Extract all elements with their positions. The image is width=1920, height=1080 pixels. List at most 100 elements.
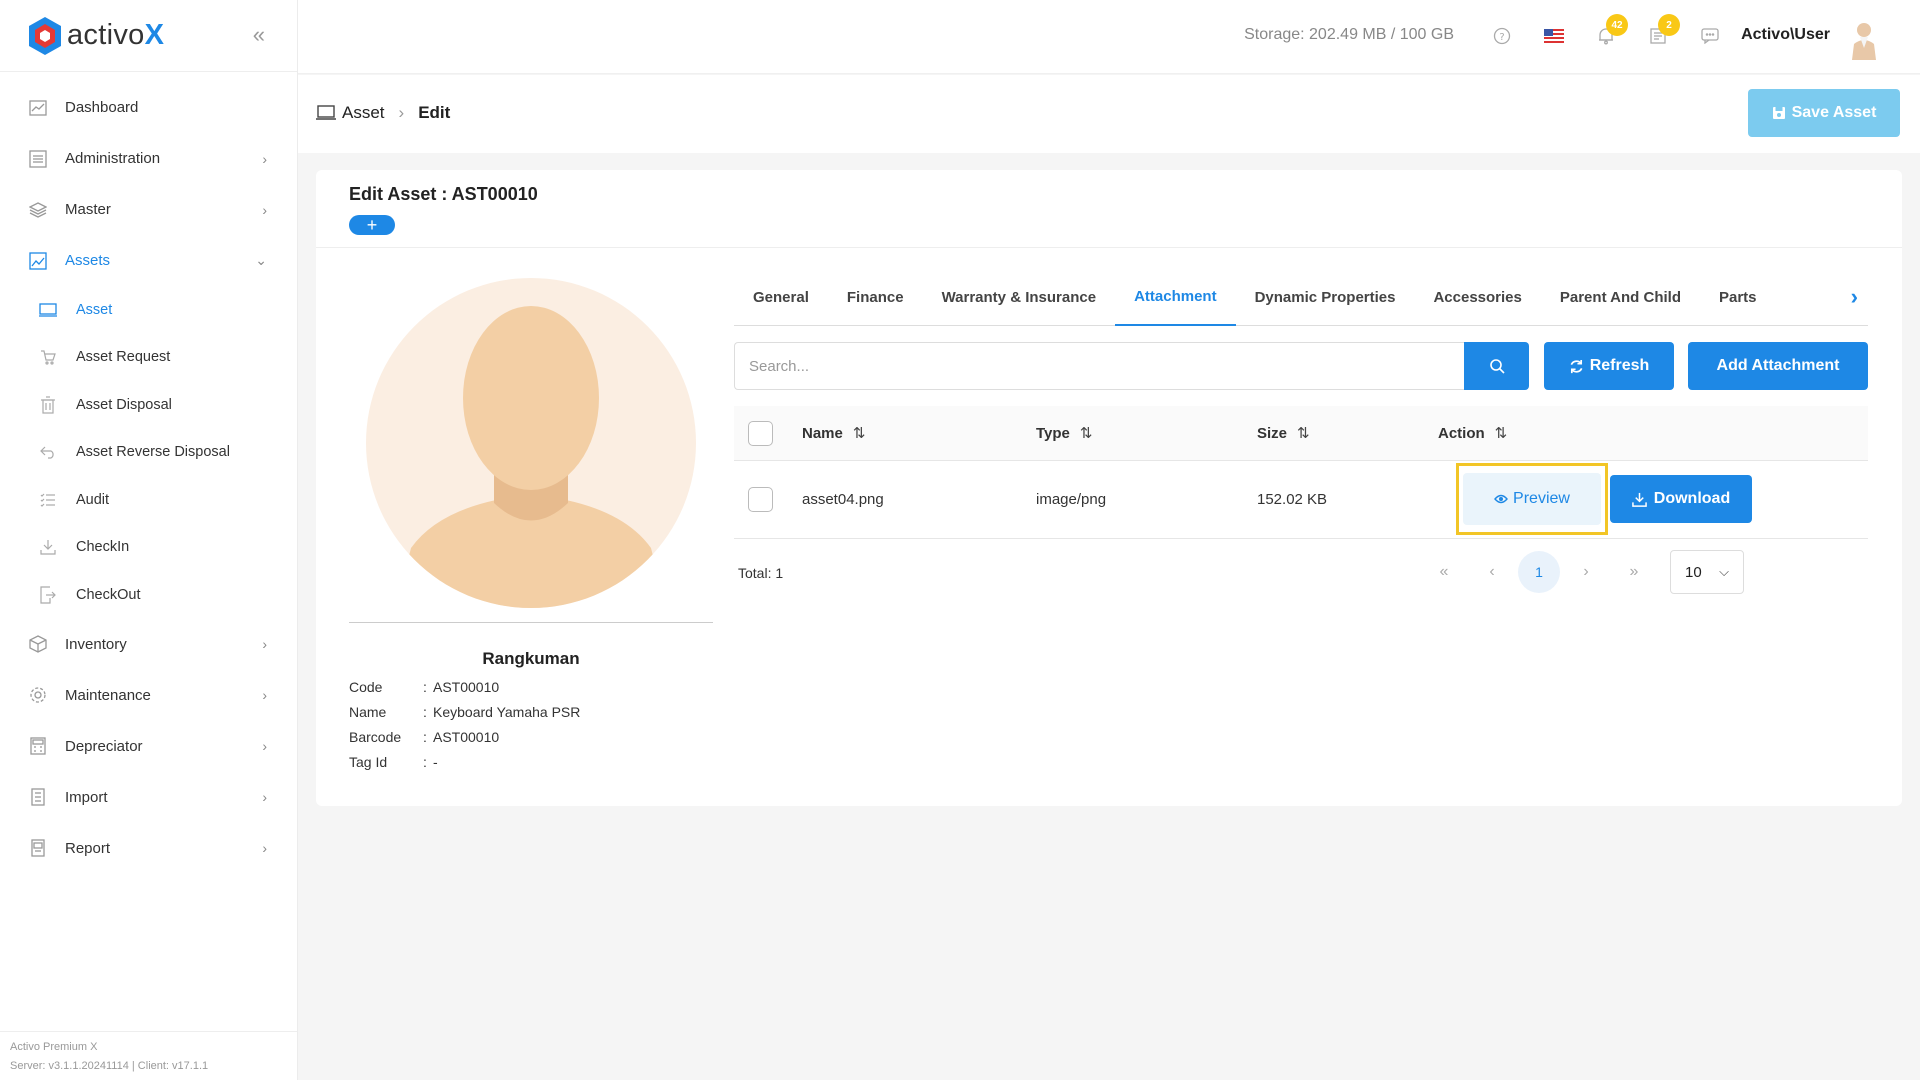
- chevron-right-icon: ›: [262, 840, 267, 856]
- tasks-icon[interactable]: 2: [1646, 14, 1680, 48]
- sidebar-item-label: Import: [65, 788, 108, 806]
- sidebar-item-label: Depreciator: [65, 737, 143, 755]
- import-icon: [27, 786, 49, 808]
- refresh-button[interactable]: Refresh: [1544, 342, 1674, 390]
- tab-accessories[interactable]: Accessories: [1414, 270, 1540, 326]
- help-icon[interactable]: ?: [1490, 24, 1514, 48]
- language-flag-icon[interactable]: [1542, 24, 1566, 48]
- page-size-select[interactable]: 10 ⌵: [1670, 550, 1744, 594]
- breadcrumb-root[interactable]: Asset: [342, 103, 385, 123]
- asset-tabs: General Finance Warranty & Insurance Att…: [734, 270, 1868, 326]
- sidebar-subitem-label: Audit: [76, 491, 110, 508]
- sidebar-item-label: Inventory: [65, 635, 127, 653]
- sidebar-subitem-checkout[interactable]: CheckOut: [0, 571, 297, 619]
- sidebar-item-dashboard[interactable]: Dashboard: [0, 82, 297, 133]
- sidebar-subitem-checkin[interactable]: CheckIn: [0, 524, 297, 572]
- eye-icon: [1494, 494, 1508, 504]
- profile-name: Rangkuman: [482, 649, 580, 668]
- sidebar-item-master[interactable]: Master ›: [0, 184, 297, 235]
- add-button[interactable]: +: [349, 215, 395, 235]
- tab-parts[interactable]: Parts: [1700, 270, 1776, 326]
- column-header-name[interactable]: Name ⇅: [802, 424, 865, 442]
- product-name: Activo Premium X: [10, 1041, 98, 1053]
- sidebar-subitem-label: Asset Request: [76, 349, 171, 366]
- info-value: AST00010: [433, 679, 500, 695]
- select-all-checkbox[interactable]: [748, 420, 773, 446]
- tab-warranty-insurance[interactable]: Warranty & Insurance: [923, 270, 1116, 326]
- notifications-badge: 42: [1606, 14, 1628, 36]
- admin-icon: [27, 148, 49, 170]
- top-header: Storage: 202.49 MB / 100 GB ? 42 2 Activ…: [298, 0, 1920, 74]
- chevron-down-icon: ⌵: [1719, 564, 1729, 579]
- username[interactable]: Activo\User: [1741, 26, 1830, 44]
- sidebar-item-inventory[interactable]: Inventory ›: [0, 619, 297, 670]
- sort-icon: ⇅: [852, 425, 866, 442]
- sidebar-subitem-label: CheckOut: [76, 586, 141, 603]
- sidebar-subitem-asset-request[interactable]: Asset Request: [0, 334, 297, 382]
- collapse-sidebar-icon[interactable]: «: [253, 22, 265, 48]
- profile-divider: [349, 622, 713, 623]
- cell-name: asset04.png: [802, 491, 884, 508]
- sidebar: activoX « Dashboard Administration › Mas…: [0, 0, 298, 1080]
- sidebar-subitem-asset-reverse-disposal[interactable]: Asset Reverse Disposal: [0, 429, 297, 477]
- last-page-icon[interactable]: »: [1612, 552, 1656, 592]
- row-checkbox[interactable]: [748, 487, 773, 512]
- tab-dynamic-properties[interactable]: Dynamic Properties: [1236, 270, 1415, 326]
- attachment-table: Name ⇅ Type ⇅ Size ⇅ Action ⇅ asset04.png im…: [734, 406, 1868, 539]
- sidebar-item-depreciator[interactable]: Depreciator ›: [0, 721, 297, 772]
- tab-finance[interactable]: Finance: [828, 270, 923, 326]
- edit-asset-card: Edit Asset : AST00010 + Rangkuman Code :…: [316, 170, 1902, 806]
- asset-photo[interactable]: [366, 278, 696, 608]
- asset-profile: Rangkuman Code : AST00010 Name : Keyboar…: [349, 278, 713, 770]
- prev-page-icon[interactable]: ‹: [1470, 552, 1514, 592]
- tabs-next-icon[interactable]: ›: [1851, 284, 1858, 310]
- sidebar-item-maintenance[interactable]: Maintenance ›: [0, 670, 297, 721]
- breadcrumb-current: Edit: [418, 103, 451, 122]
- column-header-type[interactable]: Type ⇅: [1036, 424, 1092, 442]
- search-input[interactable]: [734, 342, 1464, 390]
- tab-general[interactable]: General: [734, 270, 828, 326]
- info-row-name: Name : Keyboard Yamaha PSR: [349, 704, 713, 720]
- user-avatar-icon[interactable]: [1846, 20, 1882, 60]
- sidebar-item-report[interactable]: Report ›: [0, 823, 297, 874]
- notifications-icon[interactable]: 42: [1594, 14, 1628, 48]
- info-row-tag-id: Tag Id : -: [349, 754, 713, 770]
- total-count: Total: 1: [738, 565, 784, 581]
- sidebar-item-administration[interactable]: Administration ›: [0, 133, 297, 184]
- breadcrumb: Asset › Edit: [316, 103, 450, 123]
- add-attachment-button[interactable]: Add Attachment: [1688, 342, 1868, 390]
- sidebar-subitem-audit[interactable]: Audit: [0, 476, 297, 524]
- column-header-action[interactable]: Action ⇅: [1438, 424, 1507, 442]
- version-info: Server: v3.1.1.20241114 | Client: v17.1.…: [10, 1060, 209, 1072]
- download-label: Download: [1653, 490, 1731, 507]
- preview-button[interactable]: Preview: [1463, 473, 1601, 525]
- page-number[interactable]: 1: [1518, 551, 1560, 593]
- sidebar-item-label: Dashboard: [65, 99, 139, 116]
- refresh-icon: [1570, 359, 1583, 373]
- info-label: Barcode: [349, 729, 402, 745]
- logo[interactable]: activoX «: [0, 0, 297, 72]
- first-page-icon[interactable]: «: [1422, 552, 1466, 592]
- tab-parent-and-child[interactable]: Parent And Child: [1541, 270, 1700, 326]
- sidebar-item-assets[interactable]: Assets ⌄: [0, 235, 297, 286]
- next-page-icon[interactable]: ›: [1564, 552, 1608, 592]
- sidebar-subitem-asset[interactable]: Asset: [0, 286, 297, 334]
- chevron-right-icon: ›: [262, 687, 267, 703]
- sidebar-item-label: Assets: [65, 252, 111, 269]
- tab-attachment[interactable]: Attachment: [1115, 270, 1236, 326]
- breadcrumb-bar: Asset › Edit Save Asset: [298, 75, 1920, 153]
- chat-icon[interactable]: [1698, 24, 1722, 48]
- search-button[interactable]: [1464, 342, 1529, 390]
- sidebar-subitem-asset-disposal[interactable]: Asset Disposal: [0, 381, 297, 429]
- save-asset-button[interactable]: Save Asset: [1748, 89, 1900, 137]
- column-header-size[interactable]: Size ⇅: [1257, 424, 1310, 442]
- sort-icon: ⇅: [1297, 425, 1310, 442]
- gear-icon: [27, 684, 49, 706]
- info-value: -: [433, 754, 438, 770]
- logo-hex-icon: [29, 16, 61, 55]
- download-button[interactable]: Download: [1610, 475, 1752, 523]
- sidebar-item-import[interactable]: Import ›: [0, 772, 297, 823]
- sidebar-subitem-label: Asset Reverse Disposal: [76, 444, 230, 461]
- cart-icon: [38, 347, 58, 367]
- tasks-badge: 2: [1658, 14, 1680, 36]
